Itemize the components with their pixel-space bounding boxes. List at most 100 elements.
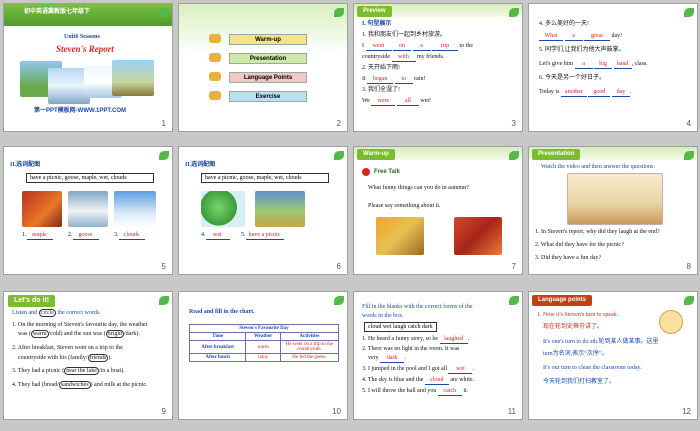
item-2-cont: very dark. — [368, 355, 406, 364]
answer-3: 3. clouds — [114, 232, 145, 241]
leaf-icon — [334, 8, 344, 17]
slide-number: 3 — [511, 119, 516, 128]
footer-text: 第一PPT模板网-WWW.1PPT.COM — [34, 108, 126, 114]
intro-line-2: words in the box. — [362, 313, 404, 319]
slide-number: 10 — [332, 407, 341, 416]
word-box: have a picnic, goose, maple, wet, clouds — [201, 173, 329, 183]
menu-item-language-points[interactable]: Language Points — [229, 72, 307, 83]
leaf-icon — [509, 296, 519, 305]
answer-4: 4. wet — [201, 232, 230, 241]
question-1: What funny things can you do in autumn? — [368, 185, 469, 191]
bullet-icon — [362, 168, 370, 176]
slide-number: 11 — [507, 407, 516, 416]
goose-photo — [68, 191, 108, 227]
slide-thumbnail-1[interactable]: 初中英语冀教版七年级下 Unit6 Seasons Steven's Repor… — [3, 3, 173, 132]
item-1: 1. On the morning of Steven's favourite … — [12, 322, 148, 328]
slide-number: 12 — [682, 407, 691, 416]
slide-thumbnail-7[interactable]: Warm-up Free Talk What funny things can … — [353, 146, 523, 275]
answer-1: 1. maple — [22, 232, 53, 241]
fill-line: It began to rain! — [362, 76, 426, 85]
favourite-day-chart: Steven's Favourite Day Time Weather Acti… — [188, 324, 339, 362]
cell-activity: He fed the geese. — [280, 353, 339, 362]
item-4: 4. The sky is blue and the cloud are whi… — [362, 377, 474, 386]
section-tag: Let's do it! — [8, 295, 56, 307]
slide-number: 1 — [161, 119, 166, 128]
intro-text: Listen and circle the correct words. — [12, 309, 101, 317]
answer-2: 2. goose — [68, 232, 99, 241]
slide-number: 2 — [336, 119, 341, 128]
item-3: 3. I jumped in the pool and I got all we… — [362, 366, 474, 375]
menu-item-warm-up[interactable]: Warm-up — [229, 34, 307, 45]
chart-title: Steven's Favourite Day — [189, 324, 339, 333]
slide-thumbnail-11[interactable]: Fill in the blanks with the correct form… — [353, 291, 523, 420]
wet-cartoon — [201, 191, 245, 227]
item-2: 2. There was no light in the room. It wa… — [362, 346, 460, 352]
cell-time: After breakfast — [188, 340, 247, 354]
word-box: cloud wet laugh catch dark — [364, 322, 437, 332]
example-translation: 今天轮到我们打扫教室了。 — [543, 379, 616, 385]
slide-thumbnail-4[interactable]: 4. 多么美好的一天! What a great day! 5. 同学们,让我们… — [528, 3, 698, 132]
slide-thumbnail-10[interactable]: Read and fill in the chart. Steven's Fav… — [178, 291, 348, 420]
item-3: 3. They had a picnic (near the lake/in a… — [12, 367, 125, 375]
section-tag: Preview — [357, 6, 392, 17]
cell-weather: warm — [245, 340, 281, 354]
slide-number: 9 — [161, 407, 166, 416]
free-talk-label: Free Talk — [374, 169, 400, 175]
item-2: 2. After breakfast, Steven went on a tri… — [12, 345, 123, 351]
point-1-translation: 现在轮到史蒂芬讲了。 — [543, 324, 604, 330]
question-1: 1. In Steven's report, why did they laug… — [535, 229, 660, 235]
slide-number: 7 — [511, 262, 516, 271]
usage-note-cont: turn为名词,表示“次序”。 — [543, 351, 608, 357]
classroom-cartoon — [567, 173, 663, 225]
course-name: 初中英语冀教版七年级下 — [24, 9, 91, 15]
answer-5: 5. have a picnic — [241, 232, 284, 241]
clouds-photo — [114, 191, 156, 227]
intro-text: Watch the video and then answer the ques… — [541, 164, 655, 170]
slide-thumbnail-3[interactable]: Preview I. 句型展示 1. 我和朋友们一起到乡村旅游。 I went … — [353, 3, 523, 132]
menu-item-presentation[interactable]: Presentation — [229, 53, 307, 64]
question-2: 2. What did they have for the picnic? — [535, 242, 624, 248]
pencil-icon — [209, 53, 221, 62]
leaf-icon — [684, 296, 694, 305]
word-box: have a picnic, goose, maple, wet, clouds — [26, 173, 154, 183]
picnic-photo — [255, 191, 305, 227]
header-time: Time — [188, 332, 247, 341]
fill-line: Let's give him a big hand, class. — [539, 61, 648, 70]
section-tag: Language points — [532, 295, 592, 306]
slide-thumbnail-12[interactable]: Language points 1. Now it's Steven's tur… — [528, 291, 698, 420]
question-2: Please say something about it. — [368, 203, 441, 209]
fill-line: What a great day! — [539, 33, 622, 42]
leaf-icon — [159, 296, 169, 305]
autumn-leaves-photo — [376, 217, 424, 255]
slide-number: 5 — [161, 262, 166, 271]
autumn-photo — [112, 60, 154, 96]
slide-thumbnail-2[interactable]: Warm-up Presentation Language Points Exe… — [178, 3, 348, 132]
item-4: 4. They had (bread/sandwiches) and milk … — [12, 381, 148, 389]
slide-number: 6 — [336, 262, 341, 271]
slide-thumbnail-6[interactable]: II.选词配图 have a picnic, goose, maple, wet… — [178, 146, 348, 275]
line: 6. 今天是另一个好日子。 — [539, 75, 606, 81]
cell-activity: He went on a trip to the countryside. — [280, 340, 339, 354]
maple-photo — [22, 191, 62, 227]
intro-line-1: Fill in the blanks with the correct form… — [362, 304, 473, 310]
section-tag: Warm-up — [357, 149, 395, 160]
pencil-icon — [209, 34, 221, 43]
slide-thumbnail-8[interactable]: Presentation Watch the video and then an… — [528, 146, 698, 275]
menu-item-exercise[interactable]: Exercise — [229, 91, 307, 102]
fill-line: Today is another good day. — [539, 89, 631, 98]
slide-thumbnail-5[interactable]: II.选词配图 have a picnic, goose, maple, wet… — [3, 146, 173, 275]
leaf-icon — [159, 151, 169, 160]
red-leaves-photo — [454, 217, 502, 255]
slide-thumbnail-9[interactable]: Let's do it! Listen and circle the corre… — [3, 291, 173, 420]
cell-time: After lunch — [188, 353, 247, 362]
section-heading: I. 句型展示 — [362, 21, 392, 27]
line: 1. 我和朋友们一起到乡村旅游。 — [362, 32, 447, 38]
fill-line: I went on a trip to the — [362, 43, 473, 52]
table-row: After breakfast warm He went on a trip t… — [188, 340, 339, 354]
fill-line: countryside with my friends. — [362, 54, 444, 63]
slide-sorter-grid: 初中英语冀教版七年级下 Unit6 Seasons Steven's Repor… — [0, 0, 700, 431]
line: 3. 我们全湿了! — [362, 87, 400, 93]
example-sentence: It's our turn to clean the classroom tod… — [543, 365, 642, 371]
teacher-cartoon — [659, 310, 683, 334]
fill-line: We were all wet! — [362, 98, 431, 107]
